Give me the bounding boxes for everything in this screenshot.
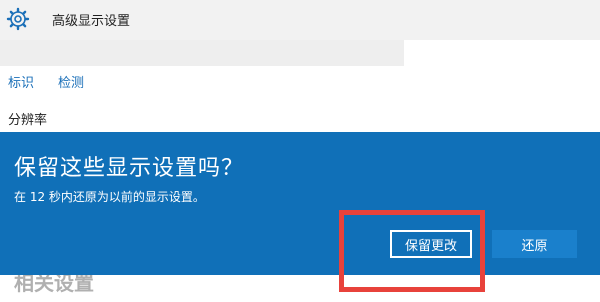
- gear-icon: [6, 7, 30, 31]
- revert-button[interactable]: 还原: [492, 230, 577, 258]
- dialog-message: 在 12 秒内还原为以前的显示设置。: [14, 190, 205, 204]
- identify-link[interactable]: 标识: [8, 72, 34, 91]
- dialog-title: 保留这些显示设置吗？: [14, 156, 245, 181]
- window-title: 高级显示设置: [52, 14, 131, 29]
- display-preview: [0, 40, 404, 66]
- detect-link[interactable]: 检测: [58, 72, 84, 91]
- resolution-label: 分辨率: [8, 113, 48, 128]
- red-highlight-box: [339, 210, 485, 292]
- title-bar: 高级显示设置: [0, 0, 600, 40]
- keep-changes-dialog: 保留这些显示设置吗？ 在 12 秒内还原为以前的显示设置。 保留更改 还原: [0, 132, 600, 275]
